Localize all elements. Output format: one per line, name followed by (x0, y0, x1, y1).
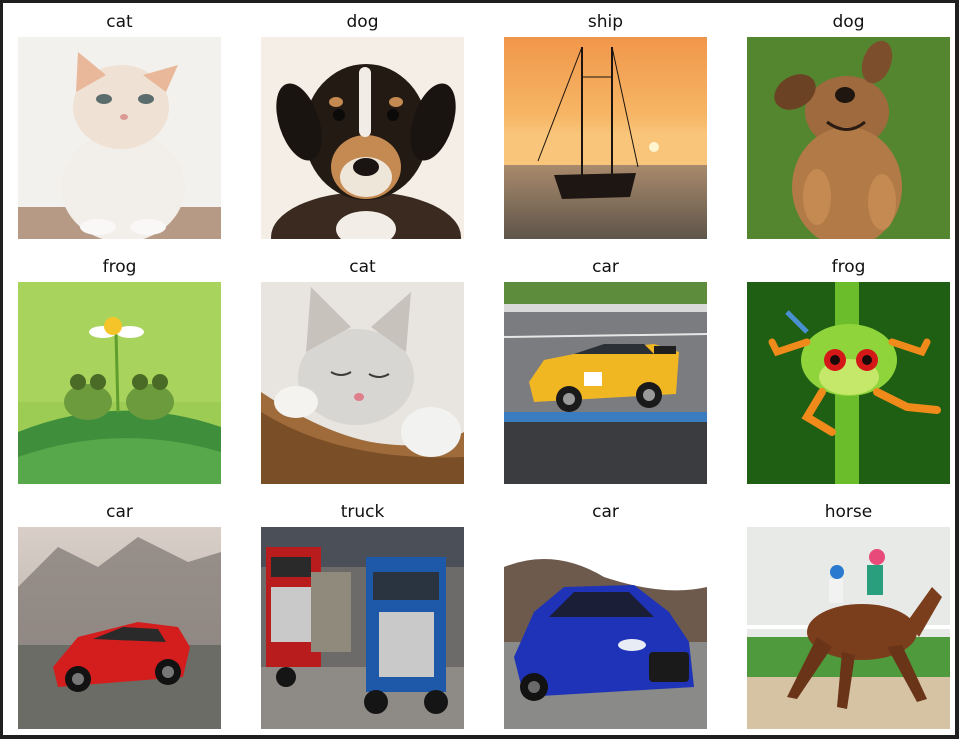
racehorse-image (747, 527, 950, 729)
grid-cell: frog (747, 253, 950, 484)
grid-cell: cat (261, 253, 464, 484)
image-label: frog (102, 257, 137, 277)
blue-sedan-image (504, 527, 707, 729)
tree-frog-image (747, 282, 950, 484)
semi-trucks-image (261, 527, 464, 729)
image-grid: cat dog ship dog frog cat car frog car t… (18, 8, 950, 729)
image-label: frog (831, 257, 866, 277)
image-label: cat (106, 12, 133, 32)
image-label: horse (824, 502, 873, 522)
grid-cell: dog (261, 8, 464, 239)
grid-cell: car (504, 498, 707, 729)
image-label: dog (346, 12, 379, 32)
puppy-image (261, 37, 464, 239)
image-label: car (592, 502, 619, 522)
grid-cell: cat (18, 8, 221, 239)
image-label: ship (587, 12, 624, 32)
red-sports-car-image (18, 527, 221, 729)
image-label: car (592, 257, 619, 277)
figure-frame: cat dog ship dog frog cat car frog car t… (0, 0, 959, 739)
image-label: cat (349, 257, 376, 277)
grid-cell: car (504, 253, 707, 484)
white-kitten-image (18, 37, 221, 239)
dog-on-grass-image (747, 37, 950, 239)
image-label: truck (340, 502, 385, 522)
grid-cell: dog (747, 8, 950, 239)
image-label: car (106, 502, 133, 522)
image-label: dog (832, 12, 865, 32)
grid-cell: frog (18, 253, 221, 484)
sleeping-kitten-image (261, 282, 464, 484)
sailing-ship-image (504, 37, 707, 239)
grid-cell: horse (747, 498, 950, 729)
grid-cell: car (18, 498, 221, 729)
grid-cell: ship (504, 8, 707, 239)
yellow-race-car-image (504, 282, 707, 484)
two-frogs-image (18, 282, 221, 484)
grid-cell: truck (261, 498, 464, 729)
